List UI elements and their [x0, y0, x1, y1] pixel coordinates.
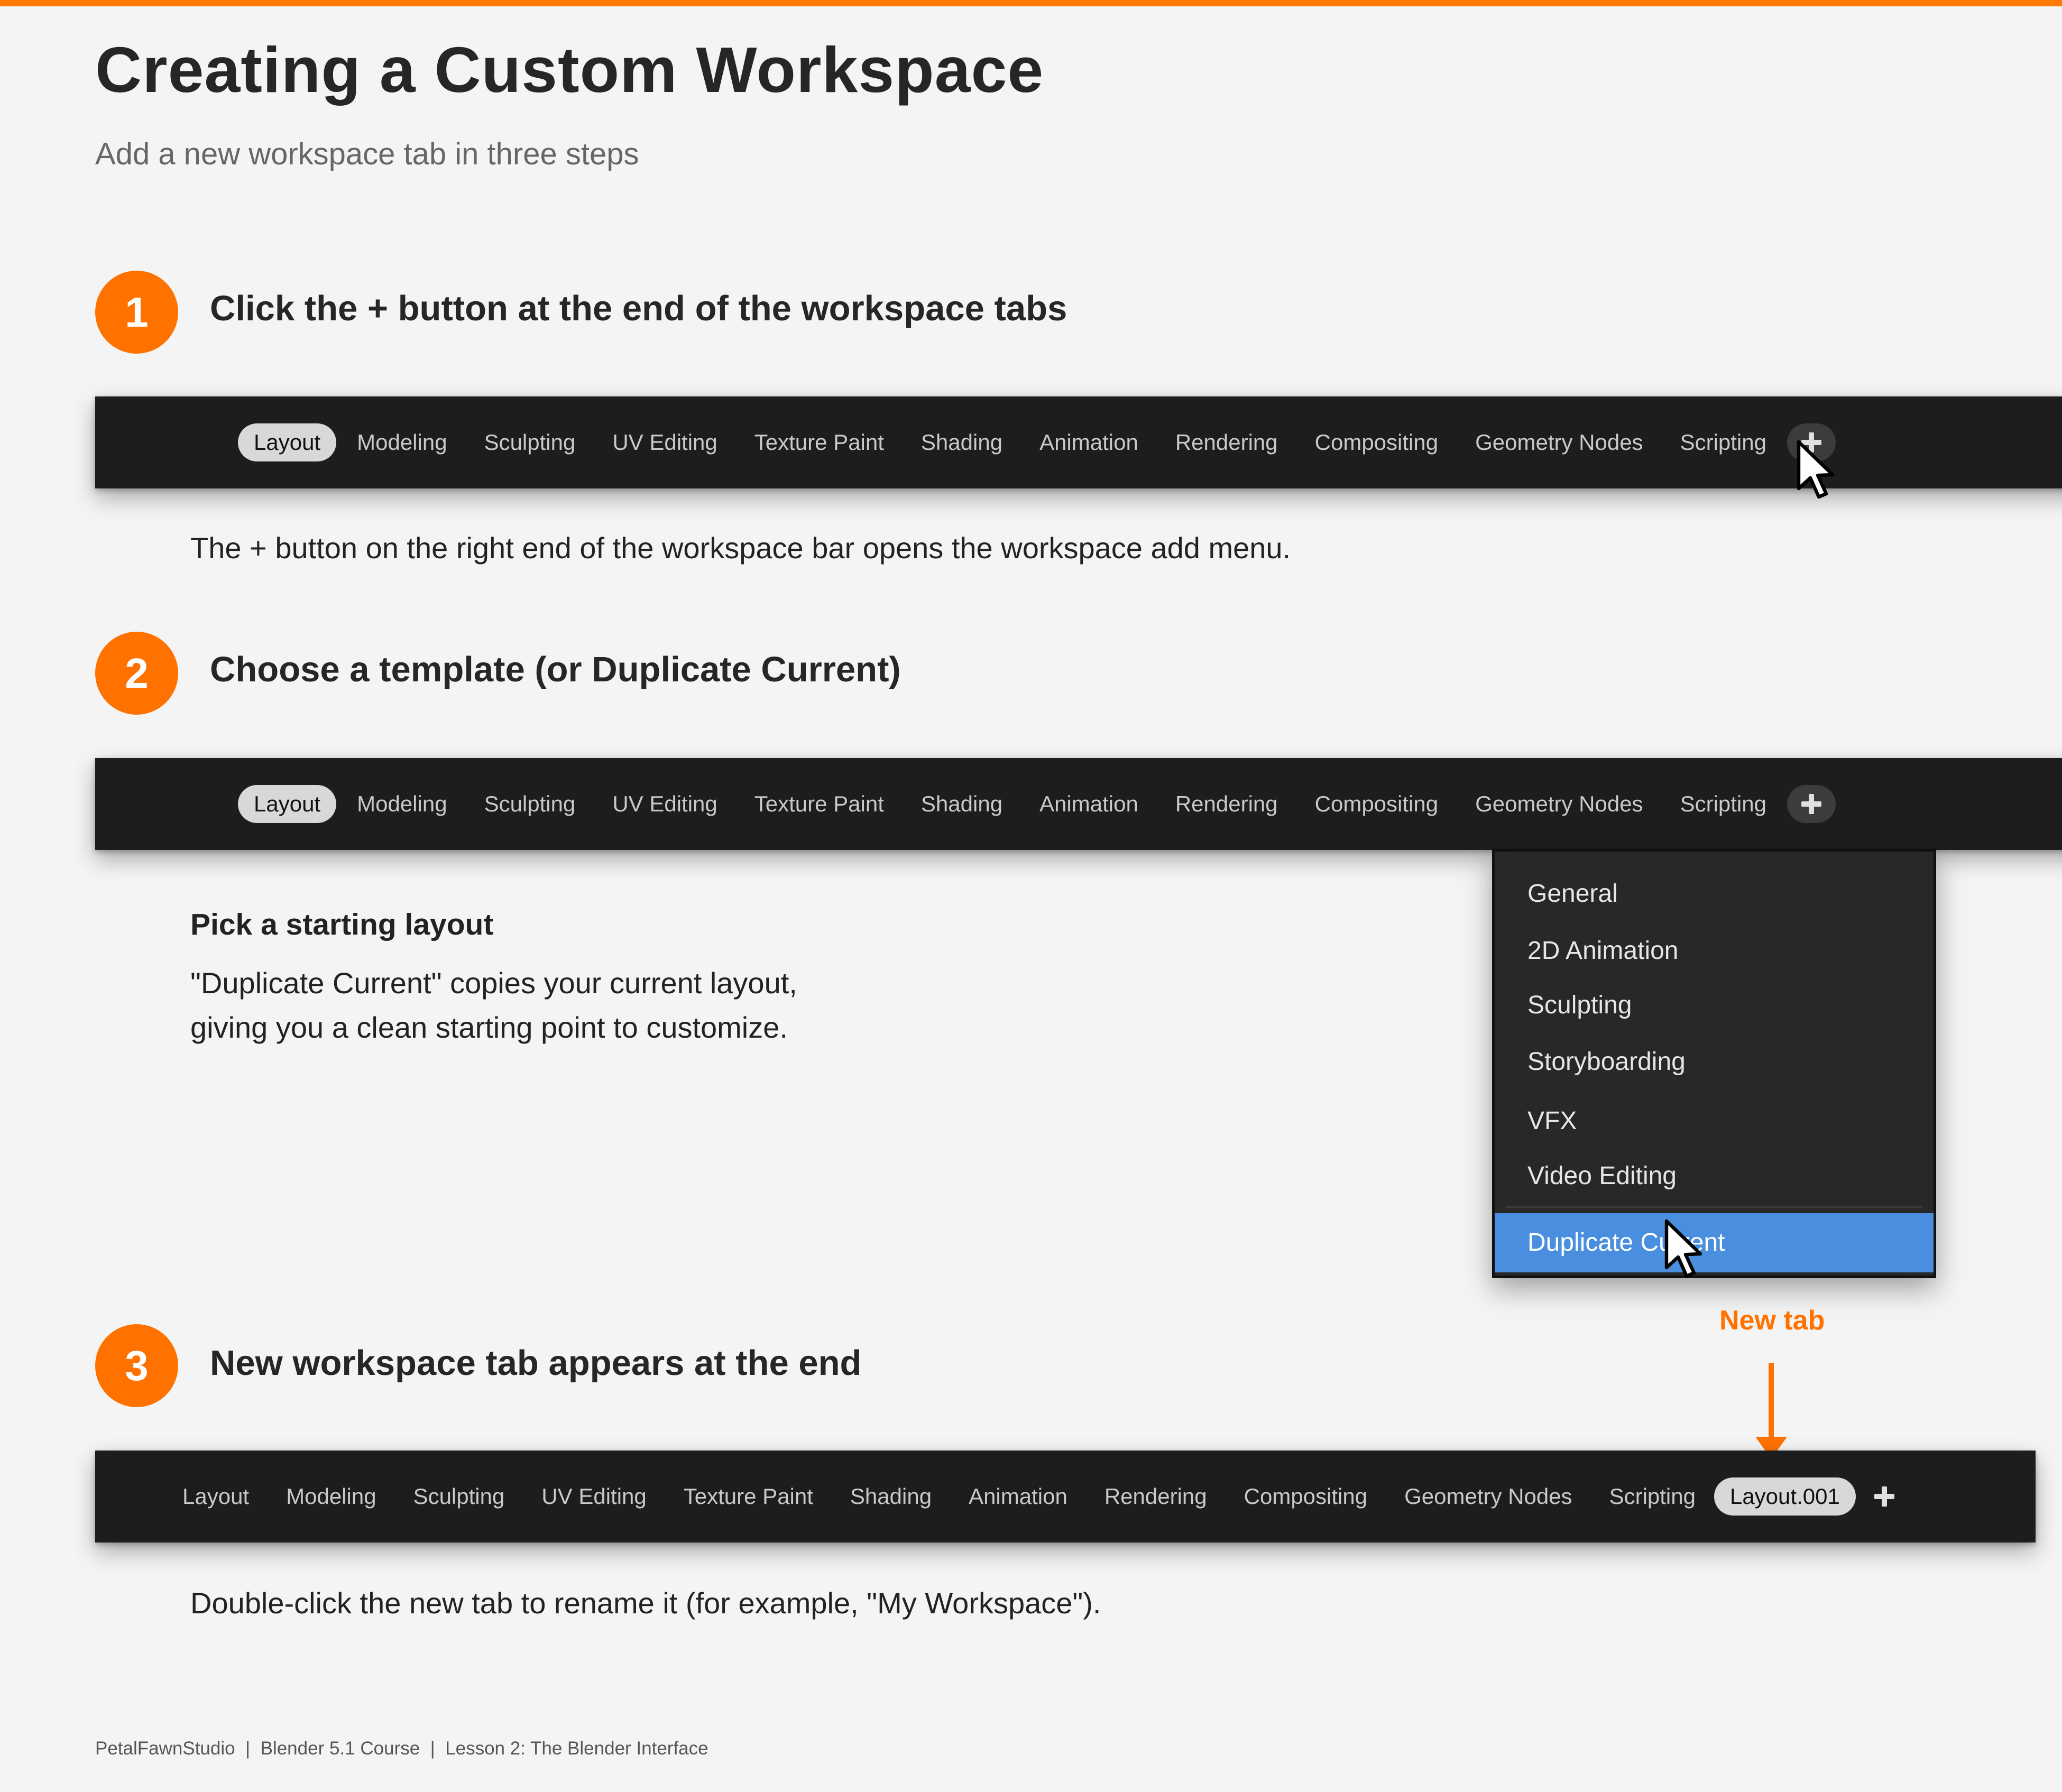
tab-compositing[interactable]: Compositing [1296, 785, 1457, 823]
workspace-add-menu: General 2D Animation Sculpting Storyboar… [1492, 849, 1936, 1278]
step-2-sub-heading: Pick a starting layout [190, 908, 494, 941]
step-1-heading: Click the + button at the end of the wor… [210, 289, 1067, 328]
menu-item-general[interactable]: General [1527, 879, 1618, 908]
step-2-paragraph-line-1: "Duplicate Current" copies your current … [190, 966, 797, 1000]
tab-rendering[interactable]: Rendering [1157, 423, 1296, 461]
menu-item-video-editing[interactable]: Video Editing [1527, 1161, 1677, 1190]
tab-sculpting[interactable]: Sculpting [466, 785, 594, 823]
arrow-down-icon [1755, 1363, 1787, 1459]
tab-texture-paint[interactable]: Texture Paint [665, 1477, 832, 1516]
tab-geometry-nodes[interactable]: Geometry Nodes [1386, 1477, 1590, 1516]
tab-animation[interactable]: Animation [1021, 785, 1157, 823]
tab-compositing[interactable]: Compositing [1226, 1477, 1386, 1516]
tab-uv-editing[interactable]: UV Editing [594, 785, 735, 823]
tab-texture-paint[interactable]: Texture Paint [736, 785, 903, 823]
step-3-description: Double-click the new tab to rename it (f… [190, 1586, 1101, 1620]
top-accent-bar [0, 0, 2062, 6]
page-subtitle: Add a new workspace tab in three steps [95, 137, 639, 171]
mouse-pointer-icon [1797, 440, 1835, 499]
step-2-heading: Choose a template (or Duplicate Current) [210, 650, 901, 689]
menu-item-duplicate-current[interactable]: Duplicate Current [1495, 1213, 1934, 1272]
add-workspace-button[interactable] [1787, 785, 1836, 823]
workspace-bar-step-2: Layout Modeling Sculpting UV Editing Texture… [95, 758, 2062, 850]
tab-rendering[interactable]: Rendering [1157, 785, 1296, 823]
tab-scripting[interactable]: Scripting [1662, 423, 1785, 461]
tab-geometry-nodes[interactable]: Geometry Nodes [1457, 423, 1661, 461]
tab-layout[interactable]: Layout [238, 785, 337, 823]
tab-sculpting[interactable]: Sculpting [395, 1477, 523, 1516]
tab-uv-editing[interactable]: UV Editing [523, 1477, 665, 1516]
tab-animation[interactable]: Animation [1021, 423, 1157, 461]
step-3-heading: New workspace tab appears at the end [210, 1343, 862, 1383]
tab-layout[interactable]: Layout [238, 423, 337, 461]
mouse-pointer-icon [1664, 1219, 1702, 1278]
footer: PetalFawnStudio | Blender 5.1 Course | L… [95, 1738, 708, 1759]
tab-modeling[interactable]: Modeling [338, 785, 465, 823]
tab-shading[interactable]: Shading [903, 785, 1021, 823]
tab-shading[interactable]: Shading [832, 1477, 950, 1516]
new-tab-callout: New tab [1719, 1305, 1825, 1336]
tab-scripting[interactable]: Scripting [1591, 1477, 1714, 1516]
menu-item-storyboarding[interactable]: Storyboarding [1527, 1047, 1686, 1076]
workspace-bar-step-3: Layout Modeling Sculpting UV Editing Texture… [95, 1451, 2036, 1542]
step-3-badge: 3 [95, 1324, 178, 1407]
tab-shading[interactable]: Shading [903, 423, 1021, 461]
tab-layout-001[interactable]: Layout.001 [1714, 1477, 1856, 1516]
step-2-paragraph: "Duplicate Current" copies your current … [190, 961, 797, 1050]
plus-icon [1800, 792, 1823, 816]
add-workspace-button[interactable] [1860, 1477, 1909, 1516]
tab-uv-editing[interactable]: UV Editing [594, 423, 735, 461]
tab-animation[interactable]: Animation [950, 1477, 1086, 1516]
menu-item-2d-animation[interactable]: 2D Animation [1527, 936, 1679, 965]
menu-item-sculpting[interactable]: Sculpting [1527, 991, 1632, 1020]
menu-separator [1506, 1206, 1922, 1208]
tab-scripting[interactable]: Scripting [1662, 785, 1785, 823]
step-1-description: The + button on the right end of the wor… [190, 531, 1291, 565]
tab-modeling[interactable]: Modeling [338, 423, 465, 461]
tab-sculpting[interactable]: Sculpting [466, 423, 594, 461]
tab-compositing[interactable]: Compositing [1296, 423, 1457, 461]
tab-layout[interactable]: Layout [164, 1477, 268, 1516]
step-1-badge: 1 [95, 271, 178, 354]
page-title: Creating a Custom Workspace [95, 34, 1044, 106]
step-2-paragraph-line-2: giving you a clean starting point to cus… [190, 1011, 788, 1044]
tab-rendering[interactable]: Rendering [1086, 1477, 1226, 1516]
plus-icon [1873, 1485, 1896, 1508]
tab-geometry-nodes[interactable]: Geometry Nodes [1457, 785, 1661, 823]
menu-item-vfx[interactable]: VFX [1527, 1106, 1577, 1135]
tab-modeling[interactable]: Modeling [268, 1477, 394, 1516]
tab-texture-paint[interactable]: Texture Paint [736, 423, 903, 461]
step-2-badge: 2 [95, 632, 178, 715]
workspace-bar-step-1: Layout Modeling Sculpting UV Editing Texture… [95, 396, 2062, 488]
